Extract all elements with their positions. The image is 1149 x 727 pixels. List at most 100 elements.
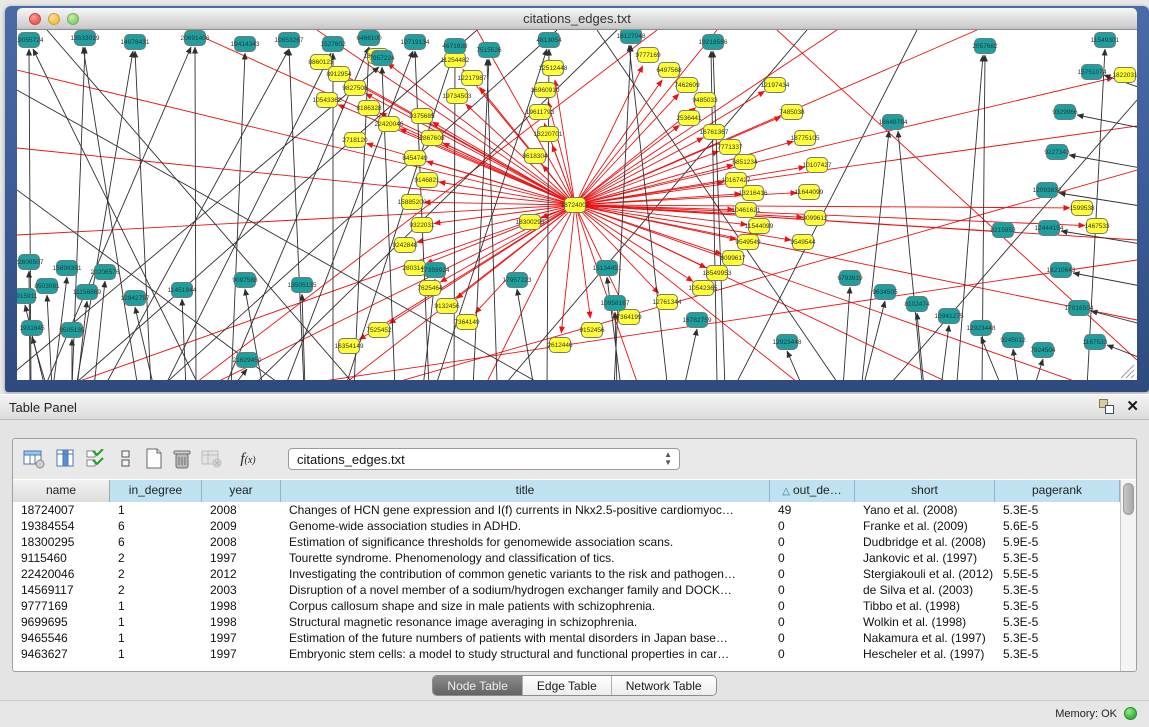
graph-node-label: 6497568: [656, 67, 682, 74]
column-header-out-degree[interactable]: △out_de…: [770, 480, 855, 502]
graph-node-label: 16782759: [683, 317, 712, 324]
table-row[interactable]: 977716911998Corpus callosum shape and si…: [13, 598, 1122, 614]
graph-node-label: 7625464: [417, 285, 443, 292]
graph-node-label: 9505135: [59, 327, 85, 334]
canvas-resize-grip[interactable]: [1121, 365, 1134, 378]
graph-node-label: 7957224: [369, 55, 395, 62]
memory-status-indicator[interactable]: [1124, 707, 1137, 720]
table-source-select[interactable]: citations_edges.txt ▲▼: [288, 448, 680, 470]
cell-title: Genome-wide association studies in ADHD.: [281, 518, 770, 534]
graph-edge: [629, 45, 667, 380]
graph-node-label: 7515526: [476, 47, 502, 54]
graph-node-label: 8215953: [990, 227, 1016, 234]
cell-pagerank: 5.3E-5: [995, 582, 1120, 598]
cell-name: 14569117: [13, 582, 110, 598]
cell-year: 2008: [202, 502, 281, 518]
tab-edge-table[interactable]: Edge Table: [523, 676, 612, 695]
function-builder-button[interactable]: f(x): [235, 446, 261, 472]
graph-node-label: 9242848: [392, 242, 418, 249]
graph-node-label: 13220701: [534, 131, 563, 138]
cell-in_degree: 1: [110, 502, 202, 518]
cell-title: Disruption of a novel member of a sodium…: [281, 582, 770, 598]
table-mode-button[interactable]: [21, 446, 47, 472]
row-options-button[interactable]: [113, 446, 139, 472]
graph-node-label: 7462609: [674, 82, 700, 89]
graph-edge: [1059, 193, 1137, 206]
cell-name: 18724007: [13, 502, 110, 518]
cell-short: Nakamura et al. (1997): [855, 630, 995, 646]
graph-node-label: 16761367: [700, 129, 729, 136]
table-row[interactable]: 911546021997Tourette syndrome. Phenomeno…: [13, 550, 1122, 566]
graph-node-label: 4813054: [536, 37, 562, 44]
graph-node-label: 9375685: [409, 113, 435, 120]
graph-edge: [77, 51, 133, 380]
table-tabs: Node Table Edge Table Network Table: [0, 675, 1149, 696]
table-row[interactable]: 2242004622012Investigating the contribut…: [13, 566, 1122, 582]
graph-node-label: 9097588: [232, 277, 258, 284]
table-row[interactable]: 1938455462009Genome-wide association stu…: [13, 518, 1122, 534]
delete-table-button[interactable]: [199, 446, 225, 472]
cell-in_degree: 2: [110, 582, 202, 598]
graph-node-label: 12512448: [539, 65, 568, 72]
cell-short: Hescheler et al. (1997): [855, 646, 995, 662]
graph-node-label: 13505135: [288, 282, 317, 289]
cell-title: Embryonic stem cells: a model to study s…: [281, 646, 770, 662]
cell-out_degree: 0: [770, 582, 855, 598]
column-header-title[interactable]: title: [281, 480, 770, 502]
table-row[interactable]: 1456911722003Disruption of a novel membe…: [13, 582, 1122, 598]
table-row[interactable]: 946362711997Embryonic stem cells: a mode…: [13, 646, 1122, 662]
cell-pagerank: 5.9E-5: [995, 534, 1120, 550]
table-row[interactable]: 1872400712008Changes of HCN gene express…: [13, 502, 1122, 518]
cell-year: 2008: [202, 534, 281, 550]
column-header-in-degree[interactable]: in_degree: [110, 480, 202, 502]
tab-network-table[interactable]: Network Table: [612, 676, 716, 695]
table-source-value: citations_edges.txt: [297, 452, 405, 467]
window-titlebar[interactable]: citations_edges.txt: [17, 8, 1137, 30]
float-window-icon[interactable]: [1099, 399, 1114, 414]
show-columns-button[interactable]: [53, 446, 79, 472]
cell-in_degree: 1: [110, 614, 202, 630]
cell-year: 2003: [202, 582, 281, 598]
table-row[interactable]: 946554611997Estimation of the future num…: [13, 630, 1122, 646]
graph-node-label: 1822031: [1112, 72, 1137, 79]
graph-node-label: 22420046: [375, 121, 404, 128]
column-header-name[interactable]: name: [13, 480, 110, 502]
graph-node-label: 8102474: [904, 301, 930, 308]
table-row[interactable]: 969969511998Structural magnetic resonanc…: [13, 614, 1122, 630]
graph-node-label: 9777169: [635, 52, 661, 59]
delete-column-button[interactable]: [169, 446, 195, 472]
column-header-pagerank[interactable]: pagerank: [995, 480, 1120, 502]
table-row[interactable]: 1830029562008Estimation of significance …: [13, 534, 1122, 550]
graph-node-label: 12444154: [1035, 225, 1064, 232]
sort-ascending-icon: △: [782, 486, 790, 497]
table-panel-title: Table Panel: [9, 400, 77, 415]
table-vertical-scrollbar[interactable]: [1120, 480, 1136, 672]
network-canvas[interactable]: 8860123891295418226058982750810543362818…: [17, 30, 1137, 380]
graph-node-label: 2718120: [342, 137, 368, 144]
graph-node-label: 9245012: [1000, 337, 1026, 344]
graph-edge: [561, 205, 575, 333]
cell-pagerank: 5.3E-5: [995, 630, 1120, 646]
cell-name: 22420046: [13, 566, 110, 582]
cell-year: 2012: [202, 566, 281, 582]
column-header-year[interactable]: year: [202, 480, 281, 502]
cell-year: 1998: [202, 614, 281, 630]
graph-node-label: 15885200: [398, 199, 427, 206]
graph-node-label: 10719134: [401, 39, 430, 46]
graph-node-label: 16648784: [879, 119, 908, 126]
graph-node-label: 12761344: [653, 299, 682, 306]
graph-edge: [47, 295, 52, 380]
create-column-button[interactable]: [141, 446, 167, 472]
graph-edge: [227, 47, 369, 380]
graph-node-label: 1931645: [19, 325, 45, 332]
graph-node-label: 12217987: [458, 75, 487, 82]
graph-edge: [47, 30, 352, 380]
column-header-short[interactable]: short: [855, 480, 995, 502]
graph-node-label: 8099612: [802, 215, 828, 222]
scrollbar-thumb[interactable]: [1123, 483, 1134, 515]
select-columns-button[interactable]: [83, 446, 109, 472]
close-panel-icon[interactable]: ✕: [1126, 399, 1139, 414]
graph-node-label: 13216416: [739, 190, 768, 197]
graph-node-label: 18127048: [617, 33, 646, 40]
tab-node-table[interactable]: Node Table: [433, 676, 523, 695]
